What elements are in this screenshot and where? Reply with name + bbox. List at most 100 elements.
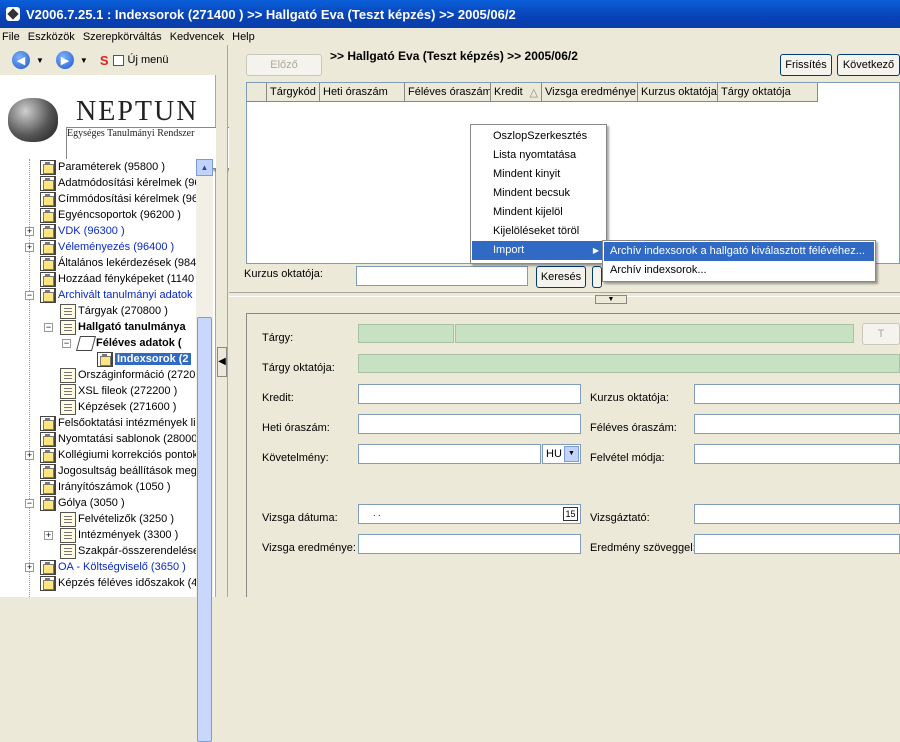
tree-item[interactable]: Képzés féléves időszakok (4 <box>40 575 196 591</box>
forward-dropdown-icon[interactable]: ▼ <box>80 56 88 65</box>
back-dropdown-icon[interactable]: ▼ <box>36 56 44 65</box>
prev-button[interactable]: Előző <box>246 54 322 76</box>
tree-item[interactable]: Országinformáció (2720 <box>60 367 195 383</box>
col-header[interactable]: Tárgy oktatója <box>718 83 818 102</box>
expand-icon[interactable]: + <box>25 451 34 460</box>
collapse-icon[interactable]: − <box>44 323 53 332</box>
divider <box>229 292 900 297</box>
tree-item[interactable]: Szakpár-összerendelése <box>60 543 196 559</box>
pane-splitter[interactable]: ◀ <box>216 45 228 597</box>
tree-item-selected[interactable]: Indexsorok (2 <box>97 351 191 367</box>
col-header[interactable]: Heti óraszám <box>320 83 405 102</box>
vizsgaztato-field[interactable] <box>694 504 900 524</box>
tree-item[interactable]: Egyéncsoportok (96200 ) <box>40 207 181 223</box>
menu-tools[interactable]: Eszközök <box>26 31 79 43</box>
expand-icon[interactable]: + <box>25 563 34 572</box>
col-header[interactable]: Vizsga eredménye <box>542 83 638 102</box>
next-button[interactable]: Következő <box>837 54 900 76</box>
tree-item[interactable]: Kollégiumi korrekciós pontok <box>40 447 196 463</box>
tree-item[interactable]: Hallgató tanulmánya <box>60 319 186 335</box>
expand-icon[interactable]: + <box>44 531 53 540</box>
col-header[interactable]: Féléves óraszám <box>405 83 491 102</box>
tree-item[interactable]: Tárgyak (270800 ) <box>60 303 168 319</box>
book-icon <box>75 335 97 351</box>
neptun-logo: NEPTUN Egységes Tanulmányi Rendszer <box>6 92 340 169</box>
kurzus-oktatoja-field[interactable] <box>694 384 900 404</box>
back-icon[interactable]: ◀ <box>12 51 30 69</box>
calendar-icon[interactable]: 15 <box>563 507 578 521</box>
menu-help[interactable]: Help <box>230 31 259 43</box>
heti-field[interactable] <box>358 414 581 434</box>
targy-button[interactable]: T <box>862 323 900 345</box>
ctx-select-all[interactable]: Mindent kijelöl <box>472 203 605 222</box>
ctx-import[interactable]: Import ▶ <box>472 241 605 260</box>
tree-scrollbar[interactable]: ▲ <box>196 159 213 742</box>
folder-icon <box>40 239 56 255</box>
kovetelmeny-select[interactable]: HU ▼ <box>542 444 581 464</box>
s-icon[interactable]: S <box>100 53 109 68</box>
dropdown-icon[interactable]: ▼ <box>564 446 579 462</box>
tree-item[interactable]: XSL fileok (272200 ) <box>60 383 177 399</box>
new-menu-toggle[interactable]: Új menü <box>112 54 168 66</box>
expand-icon[interactable]: + <box>25 243 34 252</box>
collapse-icon[interactable]: − <box>25 291 34 300</box>
feleves-field[interactable] <box>694 414 900 434</box>
collapse-icon[interactable]: − <box>25 499 34 508</box>
refresh-button[interactable]: Frissítés <box>780 54 832 76</box>
submenu-archive-semester[interactable]: Archív indexsorok a hallgató kiválasztot… <box>604 242 874 261</box>
scroll-up-icon[interactable]: ▲ <box>196 159 213 176</box>
tree-item[interactable]: VDK (96300 ) <box>40 223 125 239</box>
menu-role-switch[interactable]: Szerepkörváltás <box>81 31 166 43</box>
vizsga-datum-field[interactable]: . . 15 <box>358 504 581 524</box>
col-header[interactable]: Tárgykód <box>267 83 320 102</box>
tree-item[interactable]: Felvételizők (3250 ) <box>60 511 174 527</box>
targy-name-field <box>455 324 854 343</box>
folder-icon <box>40 447 56 463</box>
tree-item[interactable]: Paraméterek (95800 ) <box>40 159 165 175</box>
felvetel-field[interactable] <box>694 444 900 464</box>
forward-icon[interactable]: ▶ <box>55 51 74 69</box>
search-input[interactable] <box>356 266 528 286</box>
collapse-down-icon[interactable]: ▼ <box>595 295 627 304</box>
tree-item[interactable]: Hozzáad fényképeket (1140 <box>40 271 194 287</box>
kovetelmeny-field[interactable] <box>358 444 541 464</box>
targy-oktatoja-label: Tárgy oktatója: <box>262 362 335 374</box>
tree-item[interactable]: Nyomtatási sablonok (28000 <box>40 431 196 447</box>
ctx-print-list[interactable]: Lista nyomtatása <box>472 146 605 165</box>
col-header-sorted[interactable]: Kredit △ <box>491 83 542 102</box>
tree-item[interactable]: OA - Költségviselő (3650 ) <box>40 559 186 575</box>
sort-asc-icon: △ <box>529 86 538 99</box>
collapse-icon[interactable]: − <box>62 339 71 348</box>
tree-item[interactable]: Felsőoktatási intézmények lis <box>40 415 196 431</box>
search-button[interactable]: Keresés <box>536 266 586 288</box>
scroll-thumb[interactable] <box>197 317 212 742</box>
ctx-clear-selection[interactable]: Kijelöléseket töröl <box>472 222 605 241</box>
eredmeny-szoveg-field[interactable] <box>694 534 900 554</box>
tree-item[interactable]: Véleményezés (96400 ) <box>40 239 174 255</box>
folder-icon <box>40 207 56 223</box>
menu-favorites[interactable]: Kedvencek <box>168 31 228 43</box>
expand-icon[interactable]: + <box>25 227 34 236</box>
targy-label: Tárgy: <box>262 332 294 344</box>
tree-item[interactable]: Intézmények (3300 ) <box>60 527 178 543</box>
ctx-collapse-all[interactable]: Mindent becsuk <box>472 184 605 203</box>
tree-item[interactable]: Általános lekérdezések (984 <box>40 255 196 271</box>
tree-item[interactable]: Jogosultság beállítások meg <box>40 463 196 479</box>
submenu-archive-all[interactable]: Archív indexsorok... <box>604 261 874 280</box>
extra-button[interactable] <box>592 266 602 288</box>
menu-file[interactable]: File <box>0 31 24 43</box>
tree-item[interactable]: Gólya (3050 ) <box>40 495 125 511</box>
collapse-left-icon[interactable]: ◀ <box>217 347 227 377</box>
col-header[interactable]: Kurzus oktatója <box>638 83 718 102</box>
new-menu-checkbox[interactable] <box>112 54 124 66</box>
tree-item[interactable]: Képzések (271600 ) <box>60 399 176 415</box>
kredit-field[interactable] <box>358 384 581 404</box>
tree-item[interactable]: Címmódosítási kérelmek (96 <box>40 191 196 207</box>
tree-item[interactable]: Adatmódosítási kérelmek (96 <box>40 175 196 191</box>
ctx-expand-all[interactable]: Mindent kinyit <box>472 165 605 184</box>
tree-item[interactable]: Irányítószámok (1050 ) <box>40 479 171 495</box>
vizsga-eredmeny-field[interactable] <box>358 534 581 554</box>
tree-item[interactable]: Archivált tanulmányi adatok ( <box>40 287 196 303</box>
ctx-column-edit[interactable]: OszlopSzerkesztés <box>472 127 605 146</box>
tree-item[interactable]: Féléves adatok ( <box>75 335 182 351</box>
